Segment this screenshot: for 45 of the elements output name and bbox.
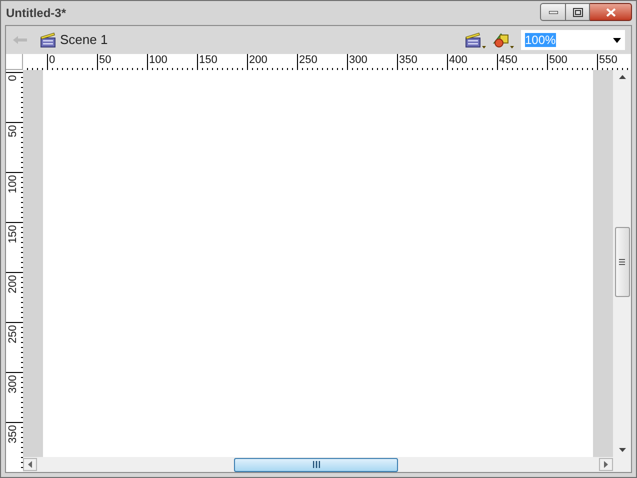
window-title: Untitled-3* xyxy=(6,5,66,22)
ruler-label: 50 xyxy=(99,54,112,66)
scroll-left-icon xyxy=(28,461,32,468)
ruler-label: 150 xyxy=(7,225,19,244)
edit-scene-button[interactable] xyxy=(465,31,487,49)
minimize-button[interactable] xyxy=(540,3,566,21)
scroll-left-button[interactable] xyxy=(23,458,37,471)
ruler-label: 100 xyxy=(149,54,168,66)
shapes-icon xyxy=(493,31,515,49)
minimize-icon xyxy=(548,10,558,14)
ruler-label: 300 xyxy=(7,375,19,394)
close-button[interactable] xyxy=(590,3,632,21)
ruler-label: 50 xyxy=(7,125,19,138)
ruler-label: 550 xyxy=(599,54,618,66)
scene-name: Scene 1 xyxy=(60,31,108,50)
scroll-down-icon[interactable] xyxy=(618,448,626,452)
ruler-label: 350 xyxy=(399,54,418,66)
close-icon xyxy=(606,8,616,16)
grip-icon xyxy=(619,259,625,265)
clapperboard-icon xyxy=(465,31,487,49)
edit-symbols-button[interactable] xyxy=(493,31,515,49)
ruler-label: 350 xyxy=(7,425,19,444)
maximize-button[interactable] xyxy=(566,3,590,21)
dropdown-arrow-icon xyxy=(613,38,621,42)
ruler-label: 300 xyxy=(349,54,368,66)
ruler-label: 0 xyxy=(7,75,19,82)
scroll-right-button[interactable] xyxy=(599,458,613,471)
zoom-dropdown[interactable]: 100% xyxy=(521,30,625,50)
scroll-thumb[interactable] xyxy=(234,458,398,472)
ruler-label: 400 xyxy=(449,54,468,66)
ruler-label: 100 xyxy=(7,175,19,194)
grip-icon xyxy=(312,461,320,468)
scroll-right-icon xyxy=(604,461,608,468)
ruler-label: 450 xyxy=(499,54,518,66)
restore-icon xyxy=(572,8,582,16)
ruler-label: 500 xyxy=(549,54,568,66)
ruler-label: 200 xyxy=(7,275,19,294)
scroll-up-icon[interactable] xyxy=(618,75,626,79)
ruler-label: 0 xyxy=(49,54,56,66)
ruler-label: 250 xyxy=(7,325,19,344)
ruler-label: 250 xyxy=(299,54,318,66)
ruler-label: 150 xyxy=(199,54,218,66)
clapperboard-icon xyxy=(40,32,56,48)
ruler-label: 200 xyxy=(249,54,268,66)
scroll-thumb[interactable] xyxy=(614,227,630,297)
